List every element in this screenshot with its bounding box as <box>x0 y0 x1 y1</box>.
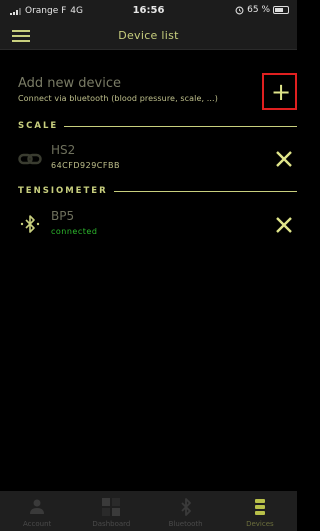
section-label: SCALE <box>18 121 59 131</box>
remove-device-icon[interactable] <box>273 214 295 236</box>
section-header-tensiometer: TENSIOMETER <box>18 185 297 197</box>
add-device-title: Add new device <box>18 76 122 91</box>
device-detail: 64CFD929CFBB <box>51 161 120 170</box>
tab-label: Account <box>22 520 52 528</box>
devices-stack-icon <box>254 499 265 515</box>
tab-label: Bluetooth <box>168 520 203 528</box>
plus-icon: + <box>271 78 292 106</box>
device-row-bp5[interactable]: BP5 connected <box>0 206 297 246</box>
tab-bar: Account Dashboard Bluetooth Devices <box>0 491 297 531</box>
device-name: HS2 <box>51 143 76 157</box>
battery-percent: 65 % <box>247 5 270 15</box>
nav-bar: Device list <box>0 22 297 50</box>
tab-dashboard[interactable]: Dashboard <box>74 491 148 531</box>
remove-device-icon[interactable] <box>273 148 295 170</box>
status-right: 65 % <box>235 5 289 15</box>
bluetooth-icon <box>180 498 191 516</box>
add-device-row[interactable]: Add new device Connect via bluetooth (bl… <box>0 72 297 112</box>
dashboard-grid-icon <box>102 498 121 516</box>
section-header-scale: SCALE <box>18 120 297 132</box>
tab-account[interactable]: Account <box>0 491 74 531</box>
tab-bluetooth[interactable]: Bluetooth <box>149 491 223 531</box>
connection-status: connected <box>51 227 98 236</box>
tab-devices[interactable]: Devices <box>223 491 297 531</box>
alarm-icon <box>235 6 244 14</box>
link-icon <box>18 153 42 165</box>
section-divider <box>113 190 297 192</box>
add-device-button[interactable]: + <box>262 73 297 110</box>
tab-label: Dashboard <box>92 520 131 528</box>
status-bar: Orange F 4G 16:56 65 % <box>0 0 297 22</box>
bluetooth-icon <box>20 215 40 233</box>
battery-icon <box>273 6 289 14</box>
device-name: BP5 <box>51 209 75 223</box>
person-icon <box>30 499 45 514</box>
tab-label: Devices <box>246 520 274 528</box>
page-title: Device list <box>118 29 179 42</box>
section-label: TENSIOMETER <box>18 186 108 196</box>
device-row-hs2[interactable]: HS2 64CFD929CFBB <box>0 140 297 180</box>
add-device-subtitle: Connect via bluetooth (blood pressure, s… <box>18 94 218 103</box>
section-divider <box>64 125 297 127</box>
